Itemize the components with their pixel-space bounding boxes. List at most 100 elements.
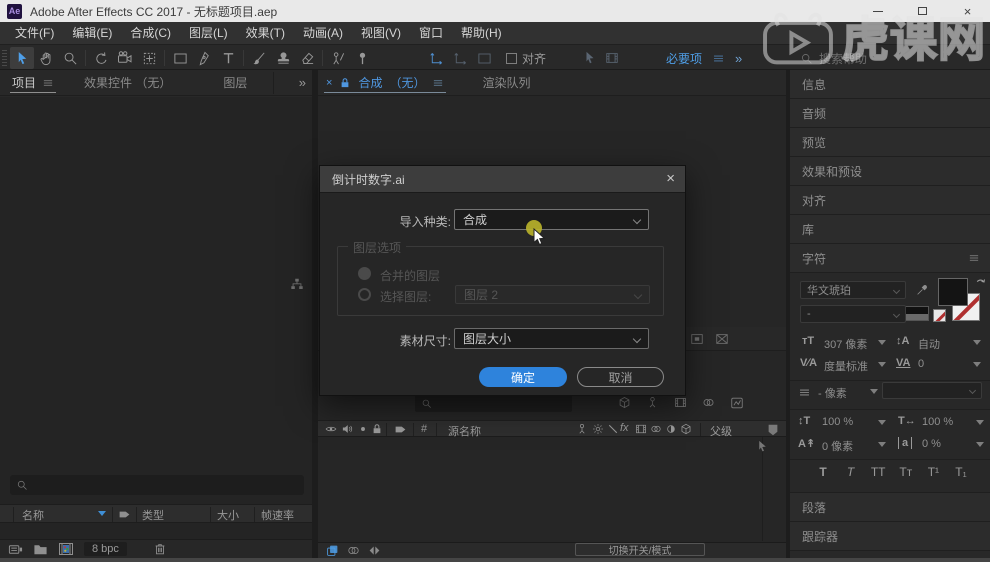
collapse-transformations-icon[interactable] (592, 423, 604, 435)
kerning-stepper[interactable] (878, 362, 886, 367)
panel-menu-icon[interactable] (432, 77, 444, 89)
tab-effect-controls[interactable]: 效果控件 （无） (78, 70, 177, 96)
interpret-footage-icon[interactable] (8, 542, 23, 557)
transfer-controls-icon[interactable] (347, 544, 360, 557)
vertical-scale-stepper[interactable] (878, 420, 886, 425)
baseline-shift-stepper[interactable] (878, 442, 886, 447)
project-bit-depth[interactable]: 8 bpc (84, 542, 127, 556)
solo-icon[interactable] (357, 423, 369, 435)
workspace-selector[interactable]: 必要项 (666, 50, 702, 67)
minimize-button[interactable] (855, 0, 900, 22)
region-of-interest-icon[interactable] (690, 332, 704, 346)
panel-overflow-chevron[interactable]: » (299, 75, 306, 90)
panel-menu-icon[interactable] (42, 77, 54, 89)
tab-character[interactable]: 字符 (790, 244, 990, 273)
workspace-menu-icon[interactable] (712, 52, 725, 65)
sort-arrow-icon[interactable] (98, 511, 106, 516)
column-framerate[interactable]: 帧速率 (261, 507, 294, 523)
rotate-tool-button[interactable] (89, 47, 113, 69)
help-search-label[interactable]: 搜索帮助 (819, 50, 867, 67)
menu-animation[interactable]: 动画(A) (294, 22, 352, 44)
swap-fill-stroke-icon[interactable] (974, 276, 987, 289)
font-style-dropdown[interactable]: - (800, 305, 906, 323)
clone-stamp-tool-button[interactable] (271, 47, 295, 69)
brush-tool-button[interactable] (247, 47, 271, 69)
tab-layer[interactable]: 图层 (217, 70, 253, 96)
baseline-shift-value[interactable]: 0 像素 (822, 438, 853, 454)
toggle-switches-modes-button[interactable]: 切换开关/模式 (575, 543, 705, 557)
puppet-pin-tool-button[interactable] (350, 47, 374, 69)
hand-tool-button[interactable] (34, 47, 58, 69)
tab-composition[interactable]: × 合成 （无） (320, 70, 450, 96)
close-button[interactable]: × (945, 0, 990, 22)
tab-paragraph[interactable]: 段落 (790, 493, 990, 522)
parent-column[interactable]: 父级 (710, 423, 732, 439)
font-size-value[interactable]: 307 像素 (824, 336, 867, 352)
tab-effects-presets[interactable]: 效果和预设 (790, 157, 990, 186)
horizontal-scale-value[interactable]: 100 % (922, 416, 953, 428)
menu-window[interactable]: 窗口 (410, 22, 452, 44)
threed-layer-switch-icon[interactable] (680, 423, 692, 435)
column-type[interactable]: 类型 (142, 507, 164, 523)
tab-align[interactable]: 对齐 (790, 186, 990, 215)
eraser-tool-button[interactable] (295, 47, 319, 69)
dialog-close-button[interactable]: × (666, 170, 675, 187)
zoom-tool-button[interactable] (58, 47, 82, 69)
dialog-titlebar[interactable]: 倒计时数字.ai × (320, 166, 685, 193)
menu-layer[interactable]: 图层(L) (180, 22, 237, 44)
effects-switch-icon[interactable]: fx (620, 422, 629, 434)
selection-tool-button[interactable] (10, 47, 34, 69)
audio-icon[interactable] (341, 423, 353, 435)
eyedropper-icon[interactable] (916, 283, 929, 296)
import-kind-dropdown[interactable]: 合成 (454, 209, 649, 230)
pen-tool-button[interactable] (192, 47, 216, 69)
tab-tracker[interactable]: 跟踪器 (790, 522, 990, 551)
camera-tool-button[interactable] (113, 47, 137, 69)
tracking-stepper[interactable] (973, 362, 981, 367)
subscript-button[interactable]: T₁ (950, 465, 972, 479)
horizontal-scale-stepper[interactable] (976, 420, 984, 425)
project-flowchart-icon[interactable] (290, 277, 304, 291)
type-tool-button[interactable] (216, 47, 240, 69)
new-folder-icon[interactable] (33, 542, 48, 557)
superscript-button[interactable]: T¹ (922, 465, 944, 479)
world-axis-mode-button[interactable] (448, 47, 472, 69)
tab-info[interactable]: 信息 (790, 70, 990, 99)
project-search-input[interactable] (10, 475, 304, 495)
leading-stepper[interactable] (973, 340, 981, 345)
label-column-icon[interactable] (118, 508, 131, 521)
tab-preview[interactable]: 预览 (790, 128, 990, 157)
menu-help[interactable]: 帮助(H) (452, 22, 511, 44)
footage-dimensions-dropdown[interactable]: 图层大小 (454, 328, 649, 349)
video-visibility-icon[interactable] (325, 423, 337, 435)
new-composition-icon[interactable] (58, 541, 74, 557)
choose-layer-radio[interactable] (358, 288, 371, 301)
motion-path-icon[interactable] (583, 51, 597, 65)
shy-switch-icon[interactable] (576, 423, 588, 435)
motion-blur-switch-icon[interactable] (650, 423, 662, 435)
pan-behind-tool-button[interactable] (137, 47, 161, 69)
local-axis-mode-button[interactable] (424, 47, 448, 69)
tsume-value[interactable]: 0 % (922, 438, 941, 450)
font-size-stepper[interactable] (878, 340, 886, 345)
default-fill-stroke-icon[interactable] (903, 306, 929, 321)
menu-file[interactable]: 文件(F) (6, 22, 63, 44)
menu-composition[interactable]: 合成(C) (121, 22, 180, 44)
trash-icon[interactable] (153, 542, 167, 556)
leading-value[interactable]: 自动 (918, 336, 940, 352)
font-family-dropdown[interactable]: 华文琥珀 (800, 281, 906, 299)
help-search-icon[interactable] (800, 52, 813, 65)
tab-project[interactable]: 项目 (6, 70, 60, 96)
no-color-swatch[interactable] (933, 309, 946, 322)
tab-close-icon[interactable]: × (326, 77, 332, 89)
column-size[interactable]: 大小 (217, 507, 239, 523)
workspace-overflow-chevron[interactable]: » (735, 51, 742, 66)
snapping-control[interactable]: 对齐 (506, 45, 546, 71)
frame-blend-switch-icon[interactable] (635, 423, 647, 435)
hide-shy-layers-icon[interactable] (646, 396, 659, 409)
graph-editor-icon[interactable] (730, 396, 744, 410)
expand-layer-switches-icon[interactable] (326, 544, 339, 557)
menu-view[interactable]: 视图(V) (352, 22, 410, 44)
menu-effect[interactable]: 效果(T) (237, 22, 294, 44)
faux-italic-button[interactable]: T (840, 465, 862, 479)
